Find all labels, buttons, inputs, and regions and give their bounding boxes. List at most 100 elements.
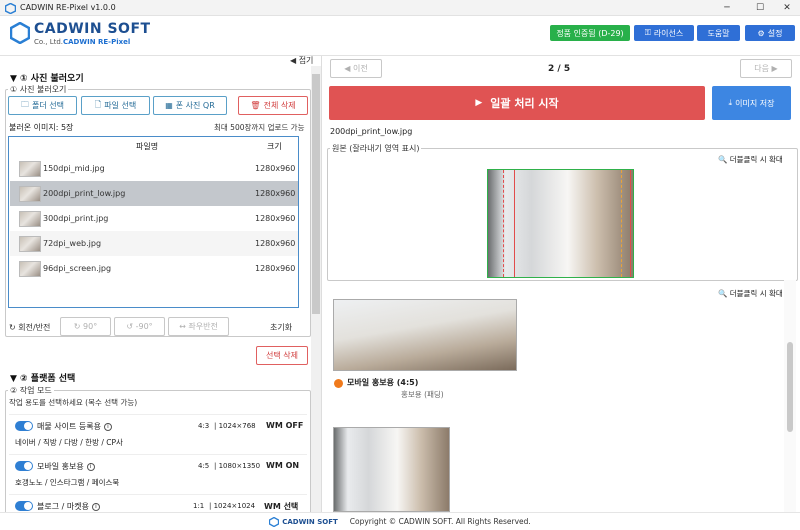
- file-row[interactable]: 150dpi_mid.jpg 1280x960: [10, 156, 298, 181]
- zoom-hint-text: 더블클릭 시 확대: [729, 155, 783, 164]
- info-icon[interactable]: i: [103, 422, 112, 431]
- file-thumbnail: [19, 160, 41, 177]
- mode-name: 모바일 홍보용 i: [37, 461, 95, 472]
- file-row-selected[interactable]: 200dpi_print_low.jpg 1280x960: [10, 181, 298, 206]
- file-thumbnail: [19, 210, 41, 227]
- mode-item[interactable]: 매물 사이트 등록용 i 4:3 | 1024×768 WM OFF 네이버 / …: [9, 414, 307, 452]
- flip-horizontal-button[interactable]: ↔ 좌우반전: [168, 317, 229, 336]
- magnifier-icon: 🔍: [718, 155, 728, 164]
- file-row[interactable]: 300dpi_print.jpg 1280x960: [10, 206, 298, 231]
- license-button-label: 라이선스: [653, 28, 684, 38]
- orange-status-dot: [334, 379, 343, 388]
- mode-ratio: 4:3: [198, 422, 210, 430]
- reset-button[interactable]: 초기화: [270, 322, 292, 333]
- batch-process-button[interactable]: ▶ 일괄 처리 시작: [329, 86, 705, 120]
- rotate-icon: ↻: [9, 323, 16, 332]
- file-list[interactable]: 파일명 크기 150dpi_mid.jpg 1280x960 200dpi_pri…: [8, 136, 299, 308]
- mode-name-text: 블로그 / 마켓용: [37, 502, 89, 511]
- rotate-ccw-button[interactable]: ↺ -90°: [114, 317, 165, 336]
- file-name: 72dpi_web.jpg: [43, 239, 102, 248]
- collapse-button[interactable]: ◀ 접기: [290, 56, 313, 66]
- play-icon: ▶: [475, 98, 483, 108]
- mode-item[interactable]: 모바일 홍보용 i 4:5 | 1080×1350 WM ON 호갱노노 / 인스…: [9, 454, 307, 492]
- original-image-preview[interactable]: [487, 169, 634, 278]
- rotate-cw-button[interactable]: ↻ 90°: [60, 317, 111, 336]
- rotate-flip-label: ↻ 회전/반전: [9, 322, 50, 333]
- zoom-hint-text: 더블클릭 시 확대: [729, 289, 783, 298]
- mode-name: 블로그 / 마켓용 i: [37, 501, 100, 512]
- gear-icon: ⚙: [757, 28, 765, 38]
- download-icon: ⤓: [728, 98, 733, 107]
- original-preview-label: 원본 (잘라내기 영역 표시): [330, 143, 422, 154]
- maximize-button[interactable]: ☐: [745, 0, 775, 16]
- file-thumbnail: [19, 185, 41, 202]
- phone-qr-button[interactable]: ▦ 폰 사진 QR: [153, 96, 227, 115]
- key-icon: ⚿: [644, 28, 651, 37]
- file-row[interactable]: 96dpi_screen.jpg 1280x960: [10, 256, 298, 281]
- mode-ratio: 1:1: [193, 502, 205, 510]
- result-image-preview[interactable]: [333, 299, 517, 371]
- file-list-header: 파일명 크기: [9, 137, 298, 154]
- logo-product: CADWIN RE-Pixel: [63, 38, 131, 46]
- prev-button[interactable]: ◀ 이전: [330, 59, 382, 78]
- info-icon[interactable]: i: [86, 462, 95, 471]
- left-scrollbar-thumb[interactable]: [312, 74, 320, 314]
- mode-resolution: | 1024×1024: [209, 502, 256, 510]
- section-platform-title[interactable]: ▼ ② 플랫폼 선택: [10, 371, 75, 384]
- mode-item[interactable]: 블로그 / 마켓용 i 1:1 | 1024×1024 WM 선택: [9, 494, 307, 512]
- close-button[interactable]: ✕: [772, 0, 800, 16]
- delete-selected-button[interactable]: 선택 삭제: [256, 346, 308, 365]
- folder-select-button[interactable]: 🗀 폴더 선택: [8, 96, 77, 115]
- title-bar: CADWIN RE-Pixel v1.0.0 ─ ☐ ✕: [0, 0, 800, 16]
- crop-area-overlay: [514, 170, 631, 277]
- file-select-label: 파일 선택: [104, 101, 137, 110]
- mode-name: 매물 사이트 등록용 i: [37, 421, 112, 432]
- next-button[interactable]: 다음 ▶: [740, 59, 792, 78]
- result-title: 모바일 홍보용 (4:5): [347, 378, 419, 387]
- license-button[interactable]: ⚿ 라이선스: [634, 25, 694, 41]
- file-name: 96dpi_screen.jpg: [43, 264, 112, 273]
- file-thumbnail: [19, 260, 41, 277]
- save-image-label: 이미지 저장: [735, 98, 775, 108]
- save-image-button[interactable]: ⤓ 이미지 저장: [712, 86, 791, 120]
- mode-resolution-text: 1080×1350: [218, 462, 261, 470]
- settings-button[interactable]: ⚙ 설정: [745, 25, 795, 41]
- file-name: 300dpi_print.jpg: [43, 214, 109, 223]
- delete-all-button[interactable]: 🗑 전체 삭제: [238, 96, 308, 115]
- mode-resolution-text: 1024×768: [218, 422, 256, 430]
- minimize-button[interactable]: ─: [712, 0, 742, 16]
- qr-icon: ▦: [165, 101, 173, 110]
- right-scrollbar-thumb[interactable]: [787, 342, 793, 432]
- right-scrollbar[interactable]: [784, 280, 796, 512]
- mode-name-text: 매물 사이트 등록용: [37, 422, 101, 431]
- mode-watermark: WM 선택: [264, 502, 299, 511]
- help-button[interactable]: 도움말: [697, 25, 740, 41]
- page-indicator: 2 / 5: [548, 64, 571, 74]
- mode-toggle-on[interactable]: [15, 501, 33, 511]
- crop-guide-line: [503, 170, 504, 277]
- app-icon: [5, 3, 16, 14]
- section-photo-load-title[interactable]: ▼ ① 사진 불러오기: [10, 71, 84, 84]
- left-scrollbar[interactable]: [311, 66, 321, 512]
- mode-toggle-on[interactable]: [15, 461, 33, 471]
- footer-logo-icon: [269, 516, 280, 527]
- file-size: 1280x960: [255, 264, 296, 273]
- file-name: 200dpi_print_low.jpg: [43, 189, 126, 198]
- photo-load-group-label: ① 사진 불러오기: [8, 84, 69, 95]
- zoom-hint-original: 🔍 더블클릭 시 확대: [718, 154, 783, 165]
- mode-watermark: WM OFF: [266, 421, 304, 430]
- magnifier-icon: 🔍: [718, 289, 728, 298]
- file-select-button[interactable]: 🗋 파일 선택: [81, 96, 150, 115]
- loaded-count: 불러온 이미지: 5장: [9, 123, 74, 132]
- mode-toggle-on[interactable]: [15, 421, 33, 431]
- rotate-flip-text: 회전/반전: [18, 323, 51, 332]
- license-status-badge: 정품 인증됨 (D-29): [550, 25, 630, 41]
- work-mode-group-label: ② 작업 모드: [8, 385, 54, 396]
- mode-sub: 호갱노노 / 인스타그램 / 페이스북: [15, 478, 120, 487]
- mode-ratio: 4:5: [198, 462, 210, 470]
- result-image-preview-2[interactable]: [333, 427, 450, 512]
- info-icon[interactable]: i: [91, 502, 100, 511]
- settings-button-label: 설정: [767, 28, 783, 38]
- col-filename: 파일명: [136, 142, 159, 151]
- file-row[interactable]: 72dpi_web.jpg 1280x960: [10, 231, 298, 256]
